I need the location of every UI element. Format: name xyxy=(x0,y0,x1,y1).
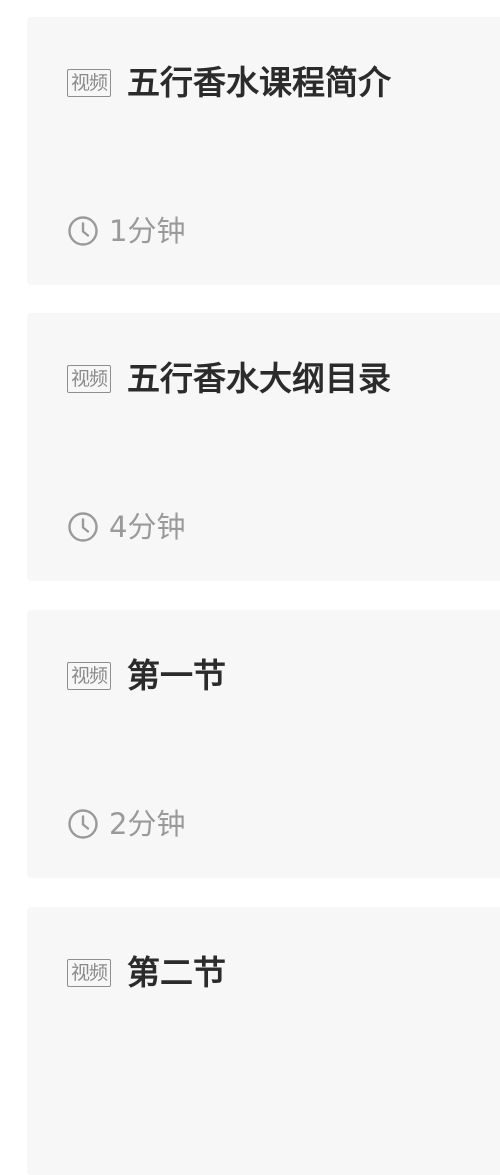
lesson-title-row: 视频 五行香水大纲目录 xyxy=(67,357,391,401)
lesson-duration: 4分钟 xyxy=(109,510,186,544)
lesson-duration: 1分钟 xyxy=(109,214,186,248)
video-badge: 视频 xyxy=(67,959,112,987)
lesson-meta: 1分钟 xyxy=(67,211,185,251)
lesson-title-row: 视频 第一节 xyxy=(67,654,226,698)
lesson-title: 五行香水大纲目录 xyxy=(127,359,392,398)
lesson-duration: 2分钟 xyxy=(109,807,186,841)
lesson-meta: 4分钟 xyxy=(67,507,185,547)
video-badge: 视频 xyxy=(67,69,112,97)
lesson-title-row: 视频 第二节 xyxy=(67,951,226,995)
lesson-card[interactable]: 视频 第二节 xyxy=(27,907,500,1175)
lesson-card[interactable]: 视频 五行香水课程简介 1分钟 xyxy=(27,17,500,285)
lesson-meta: 2分钟 xyxy=(67,804,185,844)
lesson-card[interactable]: 视频 第一节 2分钟 xyxy=(27,610,500,878)
lesson-title-row: 视频 五行香水课程简介 xyxy=(67,61,391,105)
lesson-title: 第二节 xyxy=(127,953,227,992)
lesson-title: 五行香水课程简介 xyxy=(127,63,392,102)
video-badge: 视频 xyxy=(67,662,112,690)
lesson-title: 第一节 xyxy=(127,656,227,695)
lesson-list: 视频 五行香水课程简介 1分钟 视频 五行香水大纲目录 4分钟 视频 第一节 2… xyxy=(0,0,500,1175)
clock-icon xyxy=(68,512,98,542)
video-badge: 视频 xyxy=(67,365,112,393)
lesson-card[interactable]: 视频 五行香水大纲目录 4分钟 xyxy=(27,313,500,581)
clock-icon xyxy=(68,216,98,246)
clock-icon xyxy=(68,809,98,839)
